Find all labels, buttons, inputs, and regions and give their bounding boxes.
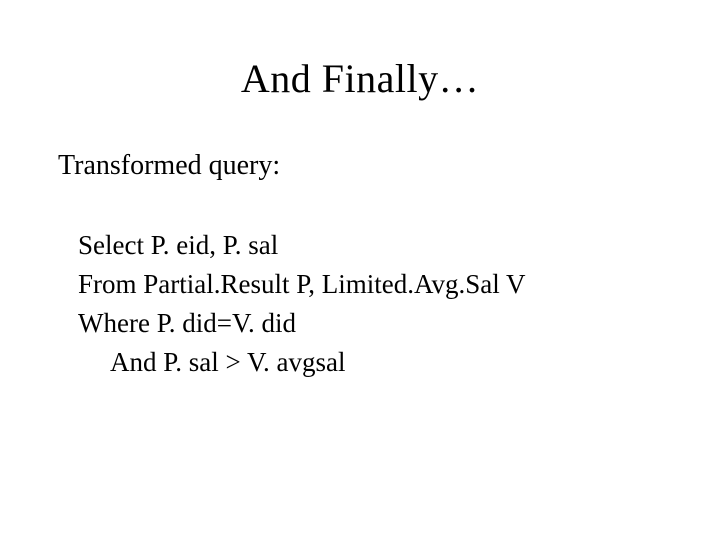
- slide-title: And Finally…: [60, 55, 660, 102]
- query-block: Select P. eid, P. sal From Partial.Resul…: [78, 226, 660, 383]
- query-line-from: From Partial.Result P, Limited.Avg.Sal V: [78, 265, 660, 304]
- subtitle: Transformed query:: [58, 150, 660, 182]
- query-line-and: And P. sal > V. avgsal: [110, 343, 660, 382]
- slide-container: And Finally… Transformed query: Select P…: [0, 0, 720, 540]
- query-line-where: Where P. did=V. did: [78, 304, 660, 343]
- query-line-select: Select P. eid, P. sal: [78, 226, 660, 265]
